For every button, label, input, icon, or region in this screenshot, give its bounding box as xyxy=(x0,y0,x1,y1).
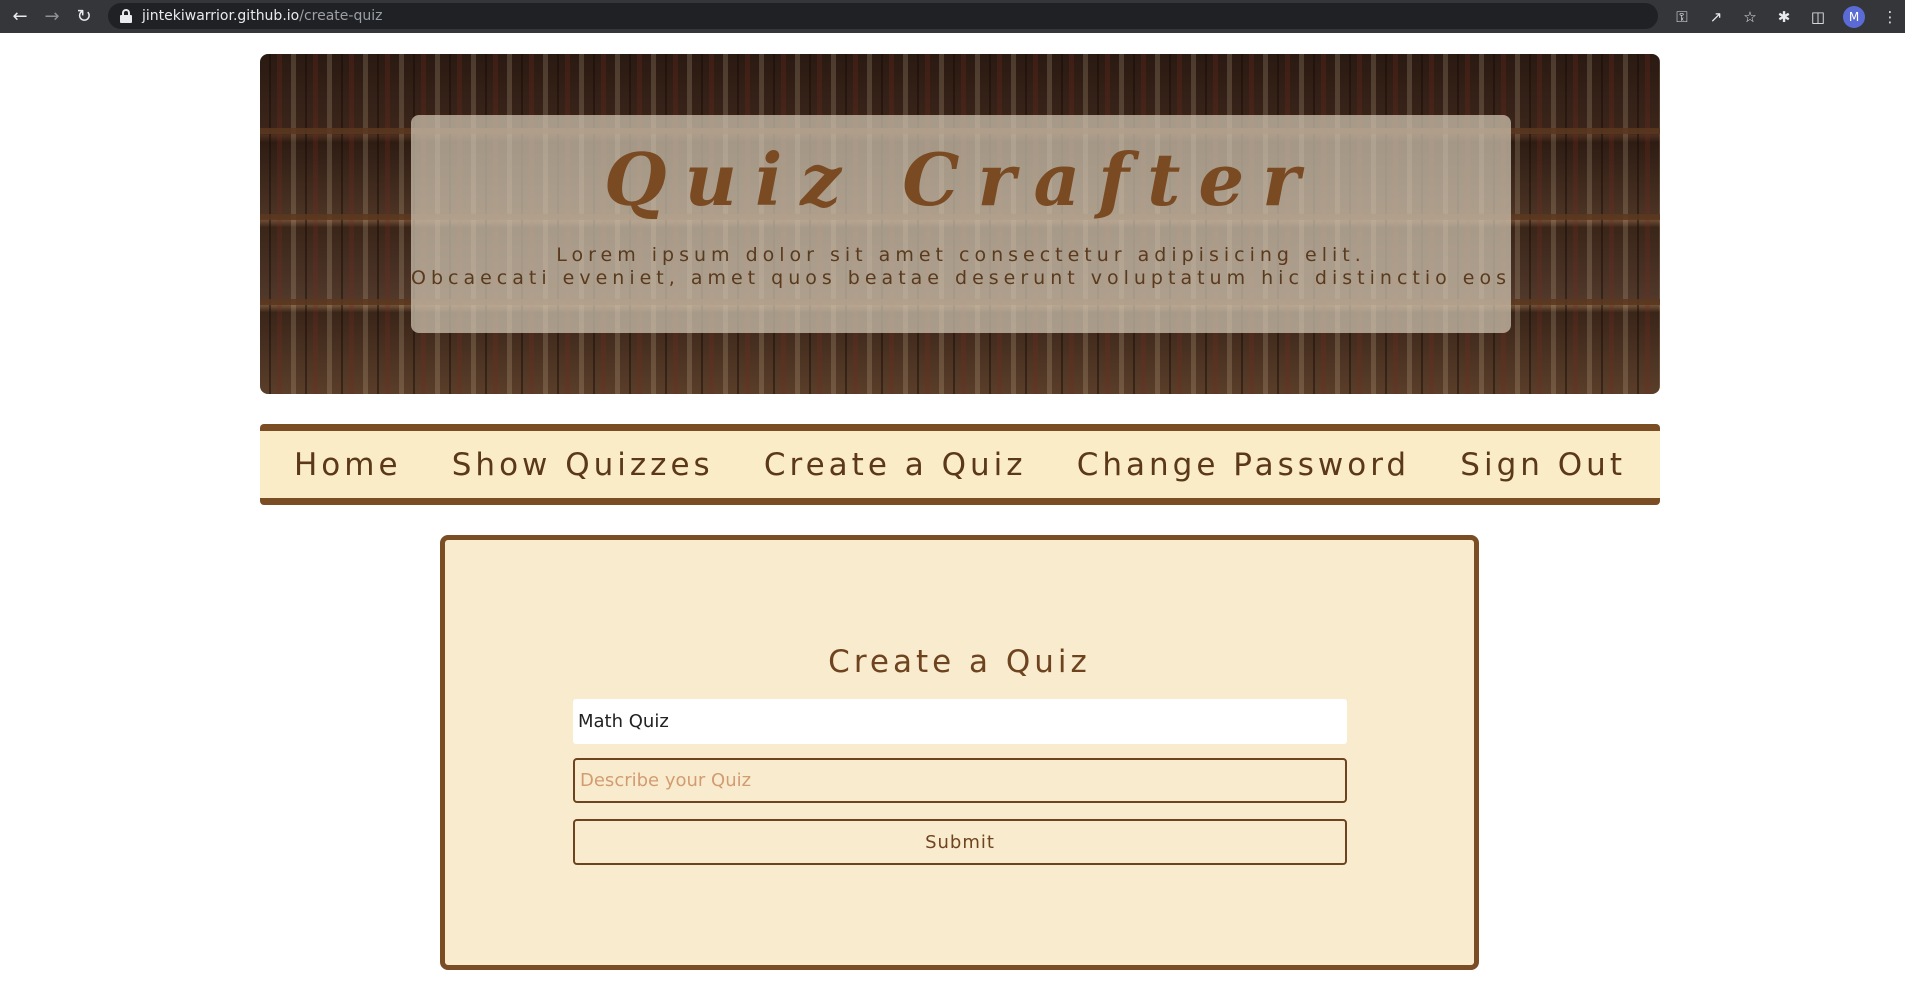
bookmark-star-icon[interactable]: ☆ xyxy=(1741,8,1759,26)
nav-create-quiz[interactable]: Create a Quiz xyxy=(764,447,1027,483)
browser-actions: ⚿ ↗ ☆ ✱ ◫ M ⋮ xyxy=(1673,0,1905,33)
lock-icon[interactable] xyxy=(120,9,132,23)
reload-icon[interactable]: ↻ xyxy=(72,5,96,29)
key-icon[interactable]: ⚿ xyxy=(1673,8,1691,26)
browser-toolbar: ← → ↻ jintekiwarrior.github.io/create-qu… xyxy=(0,0,1905,33)
main-nav: Home Show Quizzes Create a Quiz Change P… xyxy=(260,424,1660,505)
quiz-title-input[interactable] xyxy=(573,699,1347,744)
address-bar[interactable]: jintekiwarrior.github.io/create-quiz xyxy=(108,3,1658,29)
profile-avatar[interactable]: M xyxy=(1843,5,1865,28)
quiz-description-input[interactable] xyxy=(573,758,1347,803)
page: Quiz Crafter Lorem ipsum dolor sit amet … xyxy=(0,33,1905,995)
hero-subtitle: Obcaecati eveniet, amet quos beatae dese… xyxy=(411,267,1511,289)
share-icon[interactable]: ↗ xyxy=(1707,8,1725,26)
back-arrow-icon[interactable]: ← xyxy=(8,5,32,29)
hero-banner: Quiz Crafter Lorem ipsum dolor sit amet … xyxy=(260,54,1660,394)
submit-button[interactable]: Submit xyxy=(573,819,1347,865)
nav-show-quizzes[interactable]: Show Quizzes xyxy=(452,447,714,483)
nav-change-password[interactable]: Change Password xyxy=(1077,447,1410,483)
hero-subtitle: Lorem ipsum dolor sit amet consectetur a… xyxy=(556,244,1366,266)
hero-panel: Quiz Crafter Lorem ipsum dolor sit amet … xyxy=(411,115,1511,333)
site-title: Quiz Crafter xyxy=(603,137,1319,222)
create-quiz-card: Create a Quiz Submit xyxy=(440,535,1479,970)
nav-home[interactable]: Home xyxy=(294,447,402,483)
form-heading: Create a Quiz xyxy=(828,644,1091,680)
url-text: jintekiwarrior.github.io/create-quiz xyxy=(142,8,383,24)
extensions-puzzle-icon[interactable]: ✱ xyxy=(1775,8,1793,26)
nav-sign-out[interactable]: Sign Out xyxy=(1460,447,1626,483)
menu-kebab-icon[interactable]: ⋮ xyxy=(1881,8,1899,26)
forward-arrow-icon[interactable]: → xyxy=(40,5,64,29)
side-panel-icon[interactable]: ◫ xyxy=(1809,8,1827,26)
